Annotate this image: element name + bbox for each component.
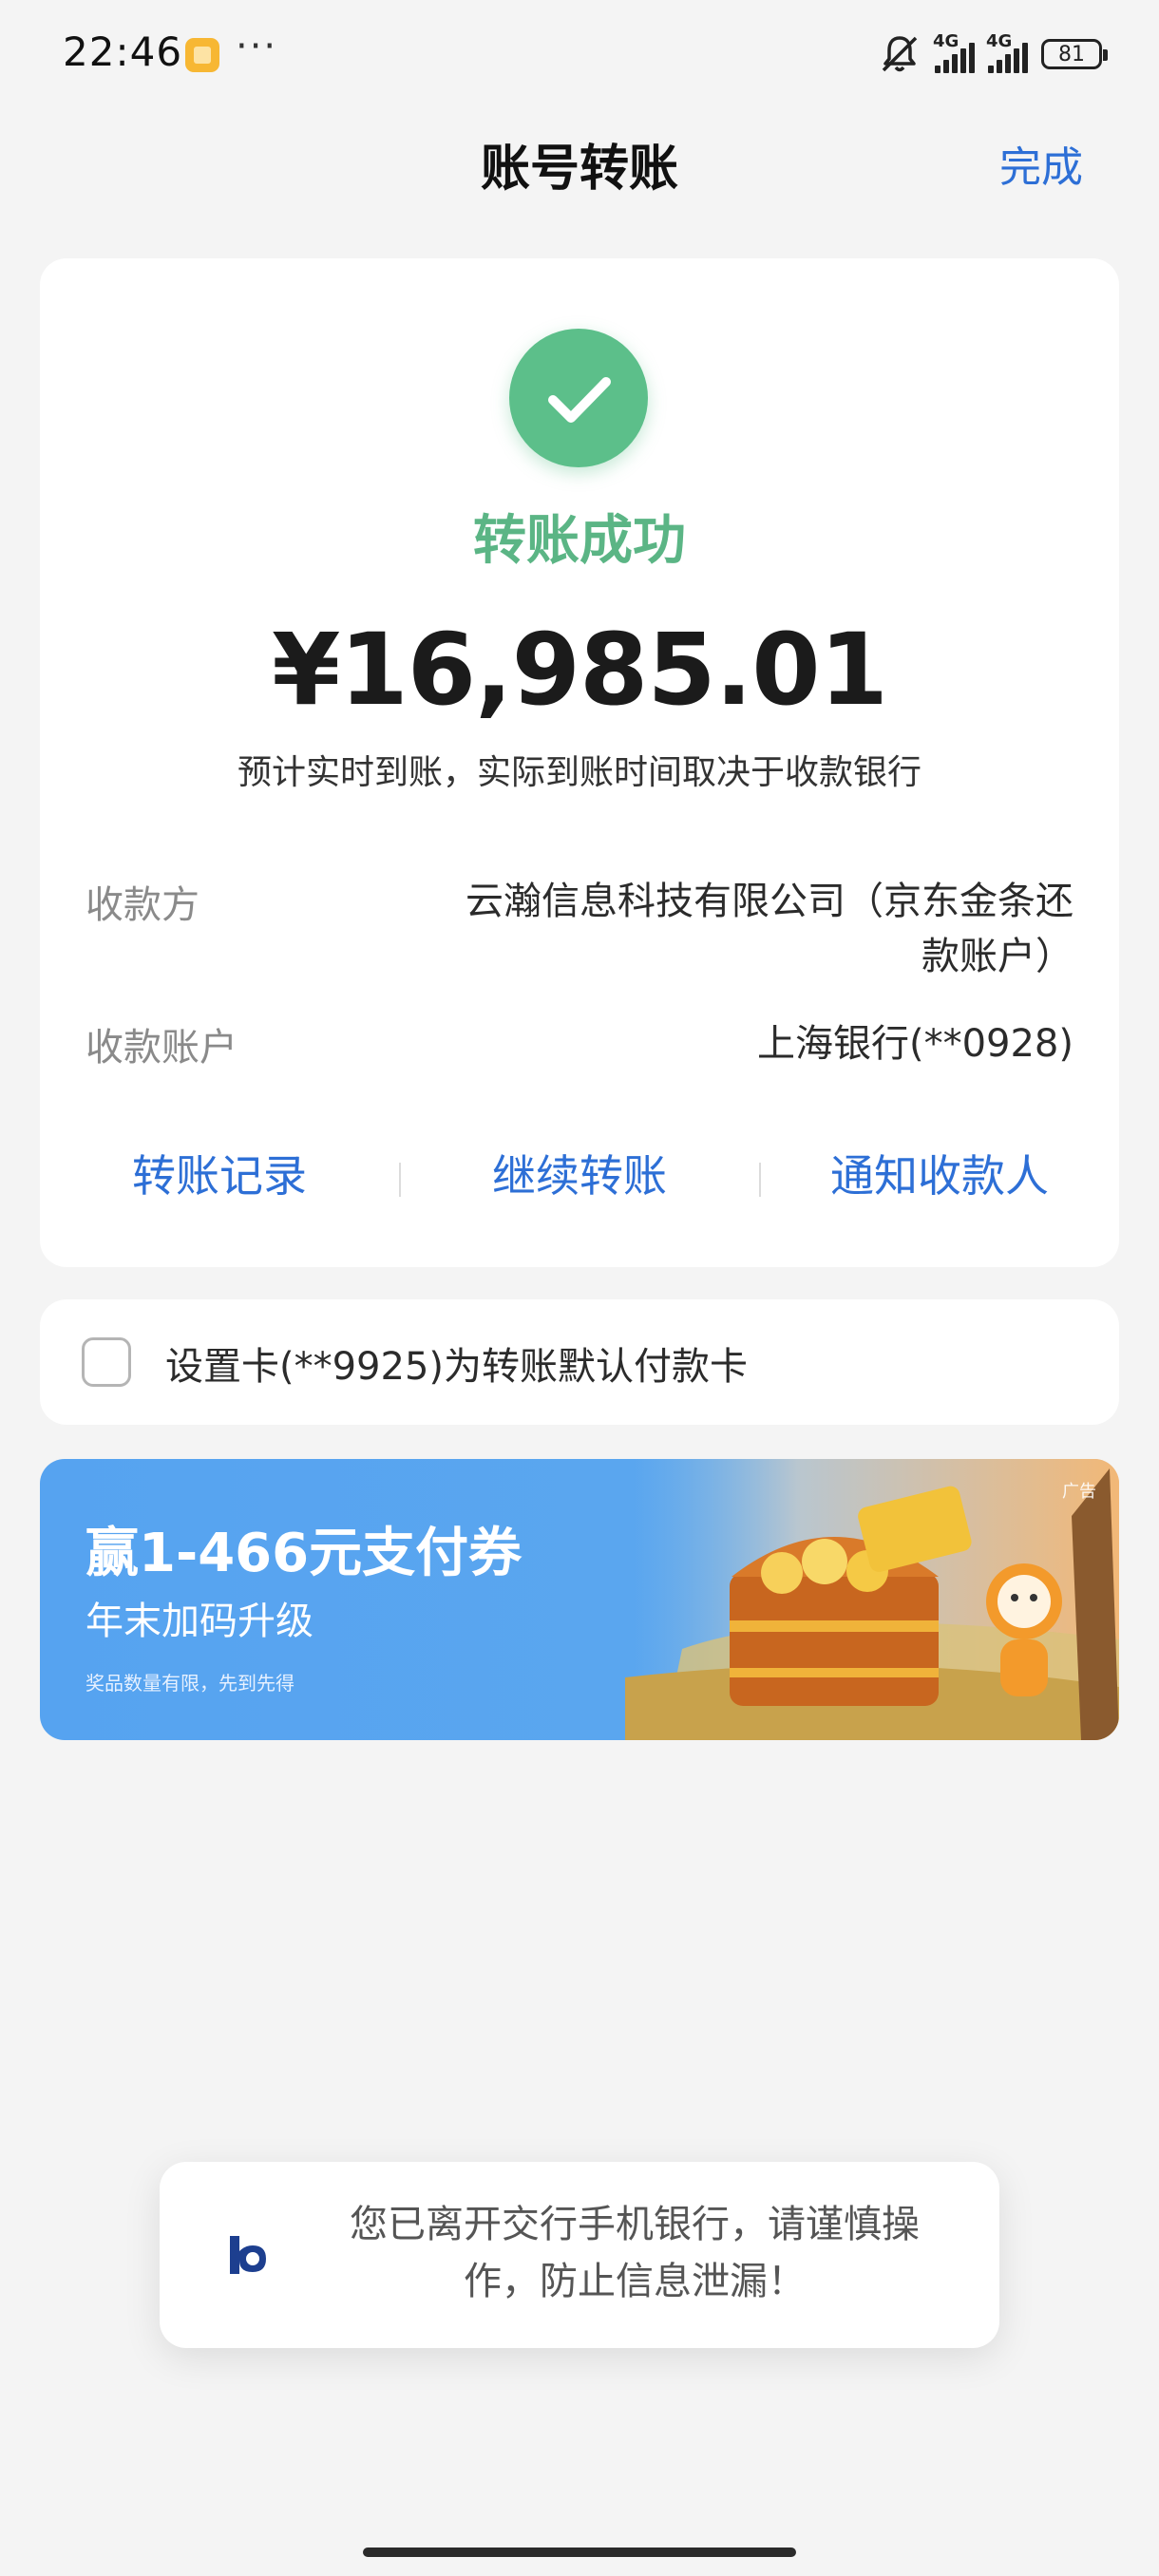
arrival-note: 预计实时到账，实际到账时间取决于收款银行 [237, 753, 922, 792]
done-button[interactable]: 完成 [999, 133, 1083, 194]
check-icon [509, 329, 648, 467]
payee-row: 收款方 云瀚信息科技有限公司（京东金条还款账户） [86, 874, 1074, 988]
banner-note: 奖品数量有限，先到先得 [86, 1672, 294, 1695]
account-label: 收款账户 [86, 1026, 238, 1070]
status-time: 22:46 [63, 28, 183, 75]
mute-icon [882, 36, 918, 72]
transfer-status: 转账成功 [473, 510, 686, 572]
ad-tag: 广告 [1062, 1482, 1096, 1502]
bank-logo-icon [218, 2225, 279, 2285]
transfer-amount: ¥16,985.01 [272, 612, 888, 728]
treasure-chest-illustration [625, 1459, 1119, 1740]
account-value: 上海银行(**0928) [756, 1022, 1074, 1066]
status-icons: 4G 4G 81 [878, 31, 1108, 76]
signal-icon: 4G [986, 31, 1028, 73]
more-notifications-icon: ··· [236, 25, 278, 68]
action-bar: 转账记录 继续转账 通知收款人 [40, 1142, 1119, 1218]
transfer-records-button[interactable]: 转账记录 [40, 1142, 399, 1204]
status-bar: 22:46 ··· 4G 4G 81 [0, 0, 1159, 109]
banner-subtitle: 年末加码升级 [86, 1600, 314, 1643]
toast-text: 您已离开交行手机银行，请谨慎操作，防止信息泄漏！ [350, 2203, 920, 2303]
notification-app-icon [185, 38, 219, 72]
home-indicator[interactable] [363, 2548, 796, 2557]
account-row: 收款账户 上海银行(**0928) [86, 1016, 1074, 1073]
continue-transfer-button[interactable]: 继续转账 [400, 1142, 759, 1204]
battery-icon: 81 [1041, 39, 1108, 69]
default-card-label: 设置卡(**9925)为转账默认付款卡 [165, 1345, 749, 1389]
payee-value: 云瀚信息科技有限公司（京东金条还款账户） [466, 880, 1074, 978]
toast-message: 您已离开交行手机银行，请谨慎操作，防止信息泄漏！ [160, 2162, 999, 2348]
page-title: 账号转账 [480, 141, 678, 198]
default-card-setting[interactable]: 设置卡(**9925)为转账默认付款卡 [40, 1299, 1119, 1425]
promo-banner[interactable]: 赢1-466元支付券 年末加码升级 奖品数量有限，先到先得 广告 [40, 1459, 1119, 1740]
transfer-result-card: 转账成功 ¥16,985.01 预计实时到账，实际到账时间取决于收款银行 收款方… [40, 258, 1119, 1267]
signal-icon: 4G [933, 31, 975, 73]
notify-payee-button[interactable]: 通知收款人 [760, 1142, 1119, 1204]
payee-label: 收款方 [86, 883, 200, 927]
banner-title: 赢1-466元支付券 [86, 1523, 522, 1584]
checkbox-icon[interactable] [82, 1337, 131, 1387]
